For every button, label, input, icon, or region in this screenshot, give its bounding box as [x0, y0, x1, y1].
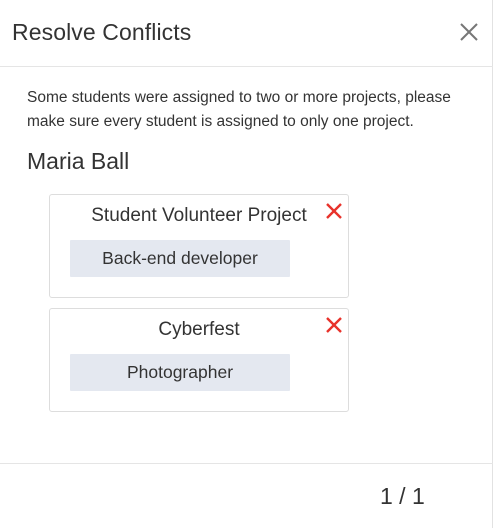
project-card: Cyberfest Photographer [49, 308, 349, 412]
pagination-indicator: 1 / 1 [380, 483, 425, 509]
dialog-header: Resolve Conflicts [0, 0, 493, 67]
resolve-conflicts-dialog: Resolve Conflicts Some students were ass… [0, 0, 493, 528]
student-name: Maria Ball [27, 148, 130, 174]
role-chip: Photographer [70, 354, 290, 391]
remove-icon[interactable] [324, 315, 344, 335]
dialog-body: Some students were assigned to two or mo… [0, 67, 493, 463]
dialog-title: Resolve Conflicts [12, 19, 192, 45]
remove-icon[interactable] [324, 201, 344, 221]
dialog-footer: 1 / 1 [0, 463, 493, 528]
project-title: Cyberfest [158, 319, 240, 340]
role-chip: Back-end developer [70, 240, 290, 277]
project-title: Student Volunteer Project [91, 205, 307, 226]
project-card: Student Volunteer Project Back-end devel… [49, 194, 349, 298]
conflict-message: Some students were assigned to two or mo… [27, 89, 451, 130]
close-icon[interactable] [458, 21, 480, 43]
